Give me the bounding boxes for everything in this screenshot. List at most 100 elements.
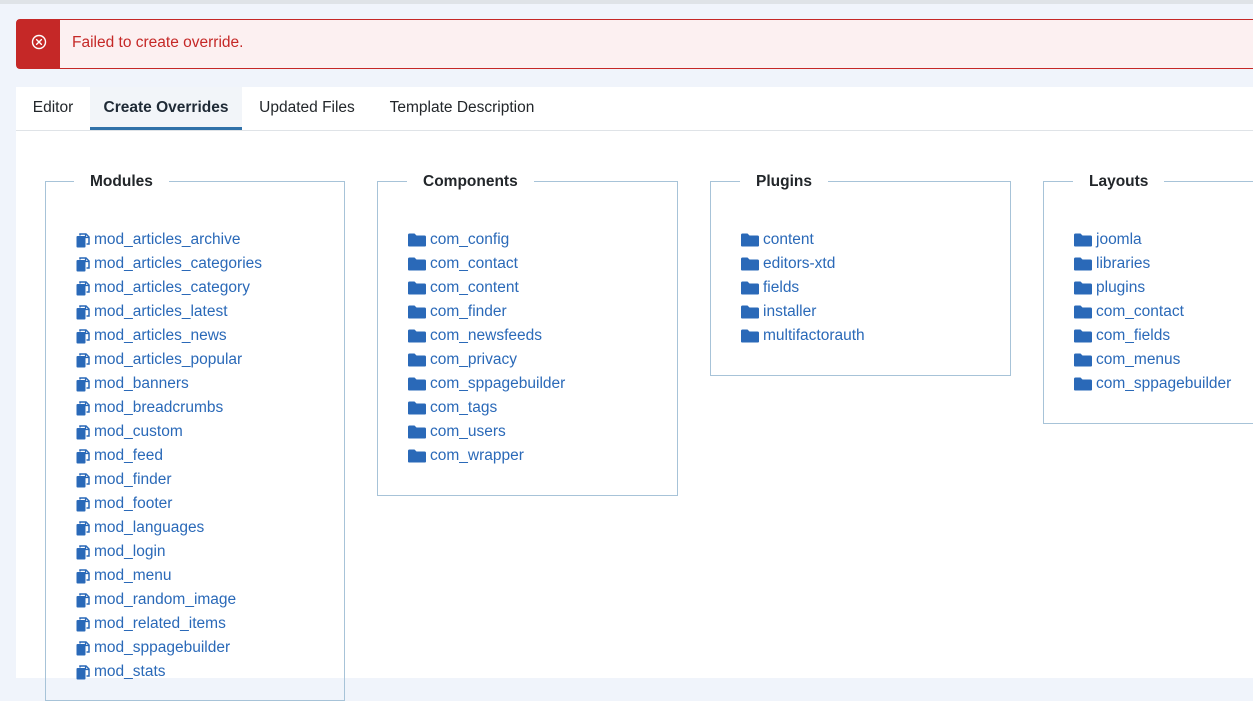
- folder-icon: [408, 280, 427, 296]
- folder-icon: [1074, 376, 1093, 392]
- modules-item[interactable]: mod_random_image: [76, 588, 262, 612]
- modules-item-label: mod_menu: [94, 567, 172, 584]
- layouts-item[interactable]: com_sppagebuilder: [1074, 372, 1231, 396]
- components-group: Components com_config com_contact com_cont…: [377, 172, 678, 496]
- layouts-list: joomla libraries plugins com_contact com_fie…: [1074, 228, 1231, 396]
- tab-editor[interactable]: Editor: [16, 87, 90, 130]
- modules-item[interactable]: mod_footer: [76, 492, 262, 516]
- modules-item[interactable]: mod_finder: [76, 468, 262, 492]
- layouts-group: Layouts joomla libraries plugins com_contac…: [1043, 172, 1253, 424]
- folder-icon: [1074, 232, 1093, 248]
- copy-icon: [76, 376, 92, 392]
- copy-icon: [76, 256, 92, 272]
- folder-icon: [408, 376, 427, 392]
- components-list: com_config com_contact com_content com_find…: [408, 228, 565, 468]
- modules-item[interactable]: mod_articles_news: [76, 324, 262, 348]
- copy-icon: [76, 328, 92, 344]
- modules-item[interactable]: mod_articles_archive: [76, 228, 262, 252]
- layouts-item-label: joomla: [1096, 231, 1142, 248]
- modules-item[interactable]: mod_feed: [76, 444, 262, 468]
- copy-icon: [76, 592, 92, 608]
- plugins-item[interactable]: multifactorauth: [741, 324, 865, 348]
- layouts-item[interactable]: com_menus: [1074, 348, 1231, 372]
- tab-create-overrides[interactable]: Create Overrides: [90, 87, 242, 130]
- modules-item[interactable]: mod_articles_categories: [76, 252, 262, 276]
- layouts-item-label: com_sppagebuilder: [1096, 375, 1232, 392]
- copy-icon: [76, 640, 92, 656]
- components-title: Components: [407, 172, 534, 192]
- plugins-item[interactable]: installer: [741, 300, 865, 324]
- components-item[interactable]: com_tags: [408, 396, 565, 420]
- plugins-item[interactable]: content: [741, 228, 865, 252]
- components-item-label: com_content: [430, 279, 519, 296]
- components-item[interactable]: com_content: [408, 276, 565, 300]
- modules-item-label: mod_articles_categories: [94, 255, 263, 272]
- plugins-item-label: multifactorauth: [763, 327, 865, 344]
- modules-item-label: mod_banners: [94, 375, 189, 392]
- components-item-label: com_sppagebuilder: [430, 375, 566, 392]
- folder-icon: [741, 280, 760, 296]
- modules-item-label: mod_custom: [94, 423, 183, 440]
- modules-item[interactable]: mod_articles_popular: [76, 348, 262, 372]
- folder-icon: [408, 328, 427, 344]
- modules-item-label: mod_articles_latest: [94, 303, 228, 320]
- tab-template-description[interactable]: Template Description: [372, 87, 552, 130]
- components-item[interactable]: com_contact: [408, 252, 565, 276]
- components-item-label: com_newsfeeds: [430, 327, 543, 344]
- modules-item[interactable]: mod_custom: [76, 420, 262, 444]
- layouts-title: Layouts: [1073, 172, 1165, 192]
- copy-icon: [76, 304, 92, 320]
- circle-x-icon: [31, 34, 47, 55]
- plugins-title: Plugins: [740, 172, 828, 192]
- folder-icon: [408, 424, 427, 440]
- copy-icon: [76, 616, 92, 632]
- folder-icon: [1074, 328, 1093, 344]
- modules-item[interactable]: mod_banners: [76, 372, 262, 396]
- layouts-item[interactable]: joomla: [1074, 228, 1231, 252]
- plugins-item[interactable]: editors-xtd: [741, 252, 865, 276]
- copy-icon: [76, 424, 92, 440]
- folder-icon: [1074, 352, 1093, 368]
- folder-icon: [408, 304, 427, 320]
- folder-icon: [741, 232, 760, 248]
- layouts-item[interactable]: com_contact: [1074, 300, 1231, 324]
- modules-item-label: mod_sppagebuilder: [94, 639, 231, 656]
- folder-icon: [408, 232, 427, 248]
- modules-item[interactable]: mod_articles_category: [76, 276, 262, 300]
- components-item[interactable]: com_users: [408, 420, 565, 444]
- modules-item[interactable]: mod_languages: [76, 516, 262, 540]
- modules-item[interactable]: mod_breadcrumbs: [76, 396, 262, 420]
- layouts-item-label: libraries: [1096, 255, 1151, 272]
- modules-item[interactable]: mod_related_items: [76, 612, 262, 636]
- folder-icon: [741, 328, 760, 344]
- modules-item[interactable]: mod_login: [76, 540, 262, 564]
- components-item-label: com_contact: [430, 255, 518, 272]
- folder-icon: [1074, 304, 1093, 320]
- components-item[interactable]: com_wrapper: [408, 444, 565, 468]
- components-item[interactable]: com_newsfeeds: [408, 324, 565, 348]
- modules-item-label: mod_languages: [94, 519, 205, 536]
- modules-item-label: mod_finder: [94, 471, 172, 488]
- components-item[interactable]: com_privacy: [408, 348, 565, 372]
- plugins-list: content editors-xtd fields installer multifa…: [741, 228, 865, 348]
- layouts-item[interactable]: plugins: [1074, 276, 1231, 300]
- modules-item[interactable]: mod_stats: [76, 660, 262, 684]
- folder-icon: [1074, 280, 1093, 296]
- modules-item[interactable]: mod_menu: [76, 564, 262, 588]
- layouts-item[interactable]: libraries: [1074, 252, 1231, 276]
- tab-updated-files[interactable]: Updated Files: [242, 87, 372, 130]
- modules-item-label: mod_articles_news: [94, 327, 227, 344]
- modules-item[interactable]: mod_sppagebuilder: [76, 636, 262, 660]
- components-item-label: com_privacy: [430, 351, 517, 368]
- layouts-item-label: com_fields: [1096, 327, 1171, 344]
- plugins-item-label: editors-xtd: [763, 255, 836, 272]
- components-item[interactable]: com_finder: [408, 300, 565, 324]
- plugins-item[interactable]: fields: [741, 276, 865, 300]
- modules-item[interactable]: mod_articles_latest: [76, 300, 262, 324]
- template-card: Editor Create Overrides Updated Files Te…: [16, 87, 1253, 701]
- layouts-item[interactable]: com_fields: [1074, 324, 1231, 348]
- components-item[interactable]: com_config: [408, 228, 565, 252]
- modules-list: mod_articles_archive mod_articles_categor…: [76, 228, 262, 684]
- components-item[interactable]: com_sppagebuilder: [408, 372, 565, 396]
- modules-item-label: mod_login: [94, 543, 166, 560]
